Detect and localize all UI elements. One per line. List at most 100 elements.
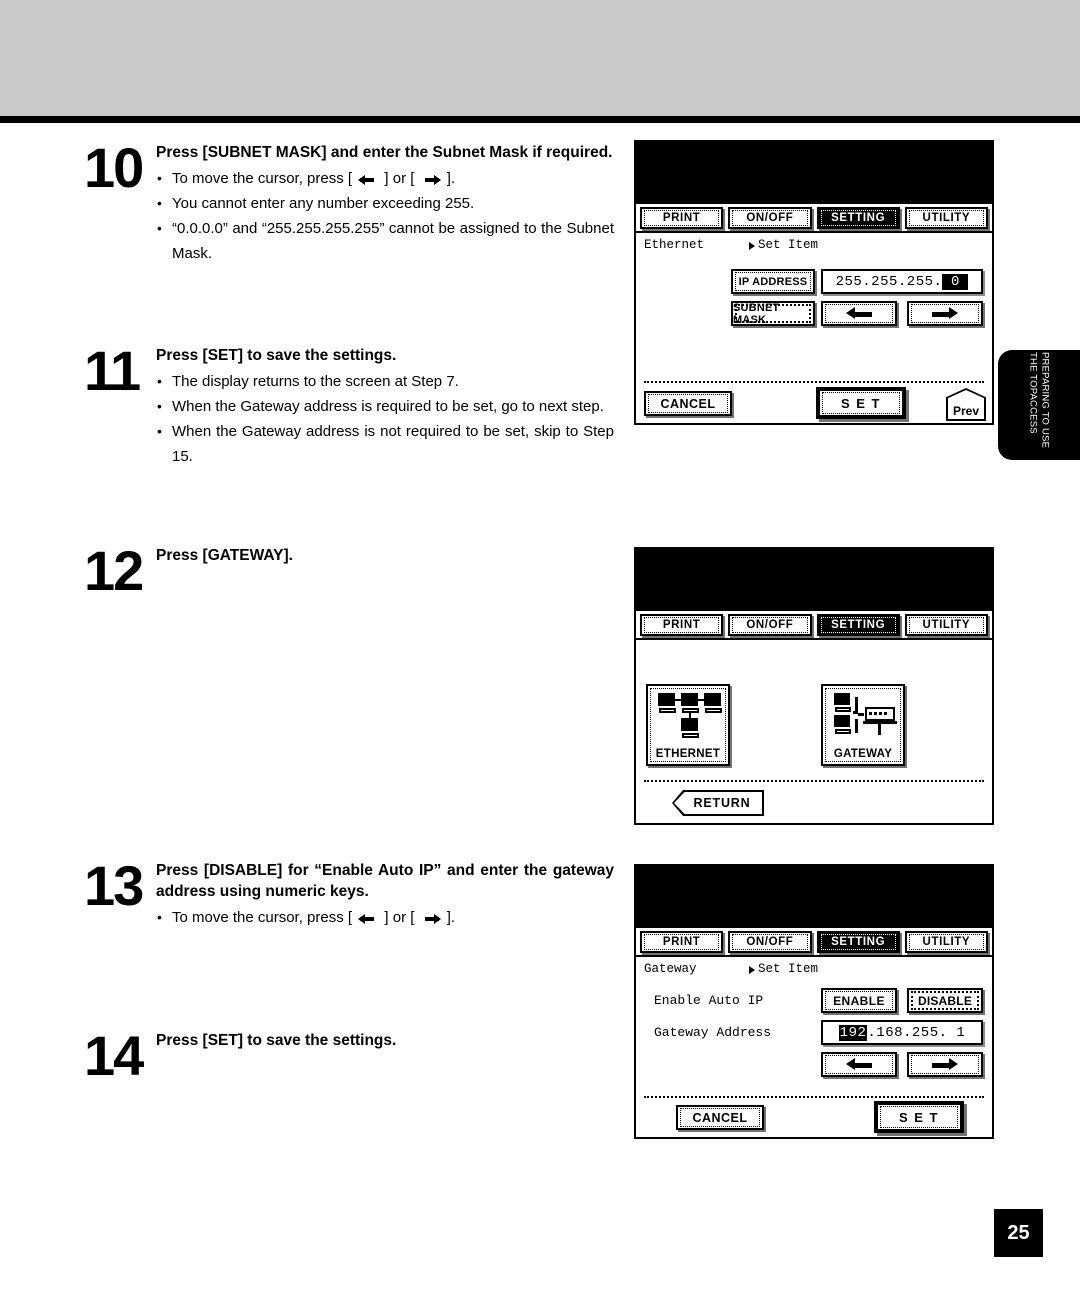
- step-10-bullet-3: “0.0.0.0” and “255.255.255.255” cannot b…: [156, 216, 614, 266]
- ip-address-button[interactable]: IP ADDRESS: [731, 269, 815, 294]
- prev-button-label: Prev: [952, 404, 980, 418]
- breadcrumb-context: Ethernet: [644, 238, 705, 252]
- step-11-number: 11: [84, 339, 141, 402]
- tab-utility[interactable]: UTILITY: [904, 931, 988, 953]
- step-12-title: Press [GATEWAY].: [156, 547, 293, 564]
- instruction-column: 10 Press [SUBNET MASK] and enter the Sub…: [0, 0, 625, 1296]
- step-12-number: 12: [84, 539, 144, 602]
- enable-button-label: ENABLE: [833, 993, 885, 1008]
- lcd-tab-bar-3: PRINT ON/OFF SETTING UTILITY: [636, 928, 992, 957]
- step-13-bullet-1: To move the cursor, press [ ] or [ ].: [156, 905, 614, 930]
- auto-ip-label: Enable Auto IP: [654, 993, 764, 1008]
- tab-print-label: PRINT: [662, 212, 701, 224]
- lcd-tab-bar-1: PRINT ON/OFF SETTING UTILITY: [636, 204, 992, 233]
- set-button-1[interactable]: S E T: [818, 389, 904, 417]
- bullet-text-mid: ] or [: [380, 909, 419, 926]
- subnet-mask-button[interactable]: SUBNET MASK: [731, 301, 815, 326]
- subnet-mask-value-prefix: 255.255.255.: [835, 273, 943, 290]
- tab-onoff[interactable]: ON/OFF: [728, 207, 812, 229]
- return-button-label: RETURN: [693, 796, 751, 810]
- step-10-bullet-2: You cannot enter any number exceeding 25…: [156, 191, 614, 216]
- gateway-address-field[interactable]: 192.168.255. 1: [821, 1020, 983, 1045]
- step-11: 11 Press [SET] to save the settings. The…: [84, 339, 614, 469]
- page-number: 25: [994, 1209, 1043, 1257]
- cursor-left-button[interactable]: [821, 1052, 897, 1077]
- gateway-tile-button[interactable]: GATEWAY: [821, 684, 905, 766]
- gateway-icon: [823, 693, 903, 741]
- step-11-title: Press [SET] to save the settings.: [156, 347, 397, 364]
- prev-button[interactable]: Prev: [946, 388, 986, 421]
- tab-print-label: PRINT: [662, 936, 701, 948]
- right-arrow-icon: [932, 1058, 958, 1071]
- tab-print-label: PRINT: [662, 619, 701, 631]
- breadcrumb-3: Gateway Set Item: [636, 957, 992, 976]
- manual-page: PREPARING TO USE THE TOPACCESS 25 10 Pre…: [0, 0, 1080, 1296]
- gateway-address-label: Gateway Address: [654, 1025, 772, 1040]
- set-button-3[interactable]: S E T: [876, 1103, 962, 1131]
- cancel-button-1[interactable]: CANCEL: [644, 391, 732, 416]
- tab-setting-label: SETTING: [831, 619, 886, 631]
- tab-onoff[interactable]: ON/OFF: [728, 931, 812, 953]
- step-13: 13 Press [DISABLE] for “Enable Auto IP” …: [84, 854, 614, 931]
- tab-setting-label: SETTING: [831, 936, 886, 948]
- section-thumb-tab: PREPARING TO USE THE TOPACCESS: [998, 350, 1080, 460]
- tab-utility-label: UTILITY: [922, 936, 971, 948]
- step-11-bullet-1: The display returns to the screen at Ste…: [156, 369, 614, 394]
- tab-print[interactable]: PRINT: [640, 931, 724, 953]
- cancel-button-3[interactable]: CANCEL: [676, 1105, 764, 1130]
- tab-utility-label: UTILITY: [922, 212, 971, 224]
- step-14: 14 Press [SET] to save the settings.: [84, 1028, 614, 1084]
- bullet-text-pre: To move the cursor, press [: [172, 909, 357, 926]
- cursor-left-button[interactable]: [821, 301, 897, 326]
- subnet-mask-button-label: SUBNET MASK: [733, 301, 780, 326]
- tab-setting-label: SETTING: [831, 212, 886, 224]
- cursor-right-button[interactable]: [907, 301, 983, 326]
- step-10-title: Press [SUBNET MASK] and enter the Subnet…: [156, 144, 613, 161]
- left-arrow-icon: [846, 1058, 872, 1071]
- step-10-bullet-1: To move the cursor, press [ ] or [ ].: [156, 166, 614, 191]
- disable-button[interactable]: DISABLE: [907, 988, 983, 1013]
- bullet-text-post: ].: [442, 170, 456, 187]
- set-button-3-label: S E T: [898, 1109, 939, 1125]
- breadcrumb-context: Gateway: [644, 962, 697, 976]
- tab-setting[interactable]: SETTING: [816, 207, 900, 229]
- tab-utility[interactable]: UTILITY: [904, 614, 988, 636]
- step-12: 12 Press [GATEWAY].: [84, 543, 614, 599]
- lcd-tab-bar-2: PRINT ON/OFF SETTING UTILITY: [636, 611, 992, 640]
- step-13-number: 13: [84, 854, 144, 917]
- step-10: 10 Press [SUBNET MASK] and enter the Sub…: [84, 136, 614, 266]
- footer-divider-3: [644, 1096, 984, 1098]
- subnet-mask-value-field[interactable]: 255.255.255. 0: [821, 269, 983, 294]
- set-button-1-label: S E T: [840, 395, 881, 411]
- tab-setting[interactable]: SETTING: [816, 931, 900, 953]
- step-14-title: Press [SET] to save the settings.: [156, 1032, 397, 1049]
- ethernet-icon: [648, 693, 728, 741]
- tab-onoff-label: ON/OFF: [746, 212, 794, 224]
- footer-divider-1: [644, 381, 984, 383]
- tab-onoff[interactable]: ON/OFF: [728, 614, 812, 636]
- step-13-bullets: To move the cursor, press [ ] or [ ].: [156, 905, 614, 930]
- cancel-button-3-label: CANCEL: [692, 1110, 748, 1125]
- bullet-text-pre: To move the cursor, press [: [172, 170, 357, 187]
- ethernet-tile-button[interactable]: ETHERNET: [646, 684, 730, 766]
- lcd-body-2: ETHERNET GATEWAY RETURN: [636, 640, 992, 823]
- step-13-title: Press [DISABLE] for “Enable Auto IP” and…: [156, 862, 614, 900]
- step-11-bullets: The display returns to the screen at Ste…: [156, 369, 614, 469]
- cursor-right-button[interactable]: [907, 1052, 983, 1077]
- left-arrow-icon: [358, 174, 378, 185]
- footer-divider-2: [644, 780, 984, 782]
- right-arrow-icon: [421, 174, 441, 185]
- lcd-screen-subnet-mask: PRINT ON/OFF SETTING UTILITY Ethernet Se…: [634, 140, 994, 425]
- tab-print[interactable]: PRINT: [640, 614, 724, 636]
- tab-setting[interactable]: SETTING: [816, 614, 900, 636]
- lcd-screen-gateway: PRINT ON/OFF SETTING UTILITY Gateway Set…: [634, 864, 994, 1139]
- step-10-number: 10: [84, 136, 144, 199]
- tab-print[interactable]: PRINT: [640, 207, 724, 229]
- cancel-button-1-label: CANCEL: [660, 396, 716, 411]
- breadcrumb-current: Set Item: [749, 962, 818, 976]
- enable-button[interactable]: ENABLE: [821, 988, 897, 1013]
- tab-utility[interactable]: UTILITY: [904, 207, 988, 229]
- breadcrumb-1: Ethernet Set Item: [636, 233, 992, 252]
- gateway-address-cursor-octet: 192: [838, 1024, 868, 1041]
- return-button[interactable]: RETURN: [672, 790, 764, 816]
